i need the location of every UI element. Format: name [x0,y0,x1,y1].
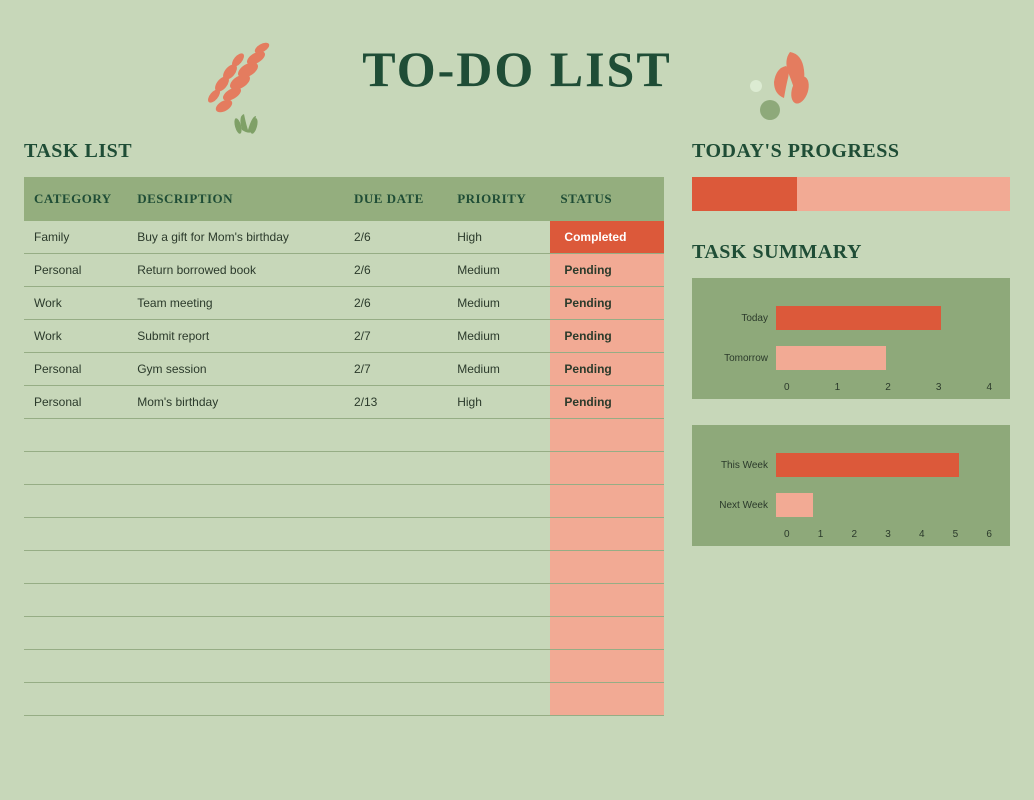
cell-category: Personal [24,254,127,287]
table-row: WorkTeam meeting2/6MediumPending [24,287,664,320]
chart-bar [776,453,959,477]
table-row-empty [24,617,664,650]
cell-status: Pending [550,287,664,320]
chart-bar [776,346,886,370]
chart-bar [776,493,813,517]
th-priority: PRIORITY [447,177,550,221]
cell-category: Work [24,287,127,320]
chart-tick: 1 [835,382,886,393]
cell-priority: Medium [447,320,550,353]
cell-category: Work [24,320,127,353]
cell-priority: Medium [447,353,550,386]
table-row: PersonalGym session2/7MediumPending [24,353,664,386]
table-row-empty [24,518,664,551]
chart-label: Today [706,313,776,324]
cell-description: Buy a gift for Mom's birthday [127,221,344,254]
chart-label: This Week [706,460,776,471]
chart-tick: 0 [784,529,818,540]
task-table: CATEGORY DESCRIPTION DUE DATE PRIORITY S… [24,177,664,716]
table-row-empty [24,419,664,452]
th-category: CATEGORY [24,177,127,221]
th-status: STATUS [550,177,664,221]
cell-priority: Medium [447,254,550,287]
chart-tick: 4 [986,382,996,393]
cell-due_date: 2/6 [344,221,447,254]
table-row-empty [24,485,664,518]
chart-tick: 5 [953,529,987,540]
table-row-empty [24,683,664,716]
chart-tick: 4 [919,529,953,540]
page-title: TO-DO LIST [362,40,671,98]
chart-tick: 3 [885,529,919,540]
cell-status: Pending [550,386,664,419]
chart-1: This Week Next Week 0123456 [692,425,1010,546]
cell-status: Pending [550,353,664,386]
chart-tick: 1 [818,529,852,540]
th-description: DESCRIPTION [127,177,344,221]
progress-fill [692,177,797,211]
table-row-empty [24,551,664,584]
cell-description: Mom's birthday [127,386,344,419]
cell-description: Submit report [127,320,344,353]
chart-label: Next Week [706,500,776,511]
task-list-heading: TASK LIST [24,140,664,163]
chart-tick: 6 [986,529,996,540]
cell-due_date: 2/6 [344,287,447,320]
cell-due_date: 2/6 [344,254,447,287]
leaf-decoration-right-icon [740,42,830,147]
cell-priority: Medium [447,287,550,320]
cell-description: Gym session [127,353,344,386]
chart-0: Today Tomorrow 01234 [692,278,1010,399]
cell-priority: High [447,386,550,419]
table-row: FamilyBuy a gift for Mom's birthday2/6Hi… [24,221,664,254]
table-row-empty [24,650,664,683]
progress-bar [692,177,1010,211]
cell-category: Family [24,221,127,254]
cell-due_date: 2/7 [344,353,447,386]
cell-category: Personal [24,386,127,419]
table-row: PersonalReturn borrowed book2/6MediumPen… [24,254,664,287]
cell-status: Completed [550,221,664,254]
cell-due_date: 2/7 [344,320,447,353]
chart-tick: 0 [784,382,835,393]
table-row-empty [24,584,664,617]
chart-tick: 3 [936,382,987,393]
cell-status: Pending [550,254,664,287]
cell-category: Personal [24,353,127,386]
chart-tick: 2 [851,529,885,540]
chart-tick: 2 [885,382,936,393]
chart-label: Tomorrow [706,353,776,364]
leaf-decoration-left-icon [194,34,314,149]
cell-due_date: 2/13 [344,386,447,419]
summary-heading: TASK SUMMARY [692,241,1010,264]
chart-bar [776,306,941,330]
cell-description: Return borrowed book [127,254,344,287]
cell-priority: High [447,221,550,254]
table-row: WorkSubmit report2/7MediumPending [24,320,664,353]
cell-description: Team meeting [127,287,344,320]
table-row: PersonalMom's birthday2/13HighPending [24,386,664,419]
cell-status: Pending [550,320,664,353]
th-due-date: DUE DATE [344,177,447,221]
table-row-empty [24,452,664,485]
